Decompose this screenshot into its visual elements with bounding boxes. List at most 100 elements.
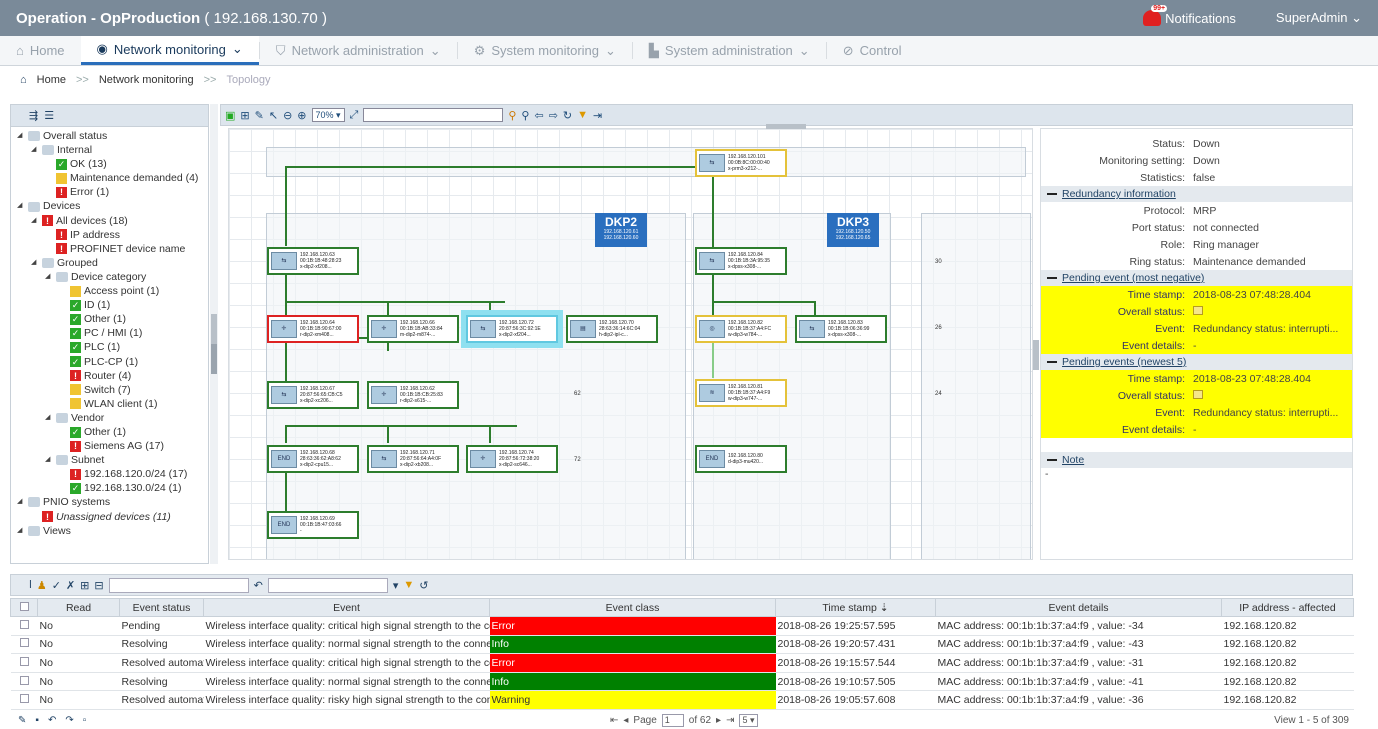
tree-item[interactable]: ✓ PLC-CP (1) <box>17 355 208 369</box>
next-page-icon[interactable]: ▸ <box>716 715 721 726</box>
device-node[interactable]: END 192.168.120.69 00:1B:1B:47:03:66- <box>267 511 359 539</box>
device-node[interactable]: END 192.168.120.68 28:63:36:62:A8:62 x-dip2… <box>267 445 359 473</box>
prev-page-icon[interactable]: ◂ <box>623 715 628 726</box>
breadcrumb-home[interactable]: Home <box>37 74 66 86</box>
device-node[interactable]: ✛ 192.168.120.64 00:1B:1B:90:67:00 r-dip2-x… <box>267 315 359 343</box>
refresh-icon[interactable]: ↺ <box>419 579 428 592</box>
tree-item[interactable]: ! PROFINET device name <box>17 242 208 256</box>
tree-item[interactable]: ✓ Other (1) <box>17 425 208 439</box>
last-page-icon[interactable]: ⇥ <box>726 715 734 726</box>
tree-item[interactable]: WLAN client (1) <box>17 397 208 411</box>
page-input[interactable]: 1 <box>661 713 684 727</box>
back-icon[interactable]: ⇦ <box>534 109 543 122</box>
tab-system-monitoring[interactable]: ⚙ System monitoring ⌄ <box>458 36 632 65</box>
tree-item[interactable]: ◢ PNIO systems <box>17 495 208 509</box>
tree-item[interactable]: ◢ Subnet <box>17 453 208 467</box>
device-node[interactable]: END 192.168.120.80 d-dip3-mu420... <box>695 445 787 473</box>
event-filter-select[interactable] <box>267 577 388 593</box>
columns-icon[interactable]: ⊟ <box>94 579 103 592</box>
column-header[interactable]: Time stamp ⇣ <box>775 598 936 617</box>
tree-item[interactable]: Maintenance demanded (4) <box>17 171 208 185</box>
find-icon[interactable]: ⚲ <box>508 109 516 122</box>
acknowledge-icon[interactable]: ✓ <box>52 579 61 592</box>
tree-item[interactable]: ! IP address <box>17 228 208 242</box>
pending-event-header[interactable]: Pending event (most negative) <box>1041 270 1352 286</box>
page-size-select[interactable]: 5 ▾ <box>739 713 758 727</box>
tree-item[interactable]: ◢ Devices <box>17 199 208 213</box>
export-icon[interactable]: ⇥ <box>593 109 602 122</box>
column-header[interactable]: Event details <box>935 598 1222 617</box>
device-node[interactable]: ⇆ 192.168.120.101 00:0B:8C:00:00:40 x-prm3-… <box>695 149 787 177</box>
pending-events-header[interactable]: Pending events (newest 5) <box>1041 354 1352 370</box>
note-header[interactable]: Note <box>1041 452 1352 468</box>
device-node[interactable]: ✛ 192.168.120.66 00:1B:1B:AB:33:84 m-dip2-m… <box>367 315 459 343</box>
tree-item[interactable]: ! Router (4) <box>17 369 208 383</box>
tree-item[interactable]: ✓ ID (1) <box>17 298 208 312</box>
device-node[interactable]: ⇆ 192.168.120.67 20:87:56:65:CB:C5 x-dip2-x… <box>267 381 359 409</box>
vertical-scroll-handle[interactable] <box>1033 340 1039 370</box>
topology-search-input[interactable] <box>363 108 504 122</box>
row-checkbox[interactable] <box>10 672 38 692</box>
tab-control[interactable]: ⊘ Control <box>827 36 918 65</box>
table-row[interactable]: No Resolved automat Wireless interface qua… <box>10 690 1354 710</box>
save-icon[interactable]: ▪ <box>35 715 39 726</box>
tree-item[interactable]: ✓ Other (1) <box>17 312 208 326</box>
column-header[interactable]: Event class <box>489 598 776 617</box>
column-header[interactable]: Event status <box>119 598 204 617</box>
device-node[interactable]: ⇆ 192.168.120.63 00:1B:1B:48:28:23 x-dip2-x… <box>267 247 359 275</box>
expand-toggle-icon[interactable]: ◢ <box>45 453 53 467</box>
expand-toggle-icon[interactable]: ◢ <box>17 524 25 538</box>
refresh-icon[interactable]: ↻ <box>563 109 572 122</box>
edit-icon[interactable]: ✎ <box>255 109 264 122</box>
info-icon[interactable]: ǀ <box>29 579 32 591</box>
first-page-icon[interactable]: ⇤ <box>610 715 618 726</box>
tree-item[interactable]: ◢ Device category <box>17 270 208 284</box>
tree-item[interactable]: ◢ Views <box>17 524 208 538</box>
tree-item[interactable]: Switch (7) <box>17 383 208 397</box>
filter-icon[interactable]: ▼ <box>577 109 588 121</box>
zoom-out-icon[interactable]: ⊖ <box>283 109 292 122</box>
chevron-down-icon[interactable]: ▾ <box>393 579 399 592</box>
reset-filter-icon[interactable]: ↶ <box>254 579 263 592</box>
panel-splitter[interactable] <box>210 104 218 564</box>
row-checkbox[interactable] <box>10 635 38 655</box>
device-node[interactable]: ✛ 192.168.120.74 20:87:56:72:38:20 x-dip2-s… <box>466 445 558 473</box>
device-node[interactable]: ⇆ 192.168.120.72 20:87:56:3C:92:1E x-dip2-x… <box>466 315 558 343</box>
device-node[interactable]: ✛ 192.168.120.62 00:1B:1B:CB:25:83 r-dip2-s… <box>367 381 459 409</box>
zoom-select[interactable]: 70% ▾ <box>311 108 345 122</box>
select-icon[interactable]: ▣ <box>225 109 235 122</box>
column-header[interactable]: IP address - affected <box>1221 598 1354 617</box>
tree-item[interactable]: ! Siemens AG (17) <box>17 439 208 453</box>
tree-item[interactable]: ✓ PC / HMI (1) <box>17 326 208 340</box>
user-icon[interactable]: ♟ <box>37 579 47 592</box>
row-checkbox[interactable] <box>10 616 38 636</box>
tree-item[interactable]: ✓ PLC (1) <box>17 340 208 354</box>
tree-item[interactable]: ◢! All devices (18) <box>17 214 208 228</box>
table-row[interactable]: No Pending Wireless interface quality: cri… <box>10 616 1354 636</box>
row-checkbox[interactable] <box>10 690 38 710</box>
tree-item[interactable]: ◢ Grouped <box>17 256 208 270</box>
column-header[interactable]: Read <box>37 598 120 617</box>
device-node[interactable]: ⇆ 192.168.120.83 00:1B:1B:06:36:99 x-dpss-x… <box>795 315 887 343</box>
tab-system-administration[interactable]: ▙ System administration ⌄ <box>633 36 826 65</box>
table-row[interactable]: No Resolving Wireless interface quality: n… <box>10 672 1354 692</box>
pointer-icon[interactable]: ↖ <box>269 109 278 122</box>
topology-canvas[interactable]: DKP2 192.168.120.61 192.168.120.60 DKP3 192… <box>228 128 1033 560</box>
tree-item[interactable]: ! Error (1) <box>17 185 208 199</box>
filter-icon[interactable]: ▼ <box>403 579 414 591</box>
device-node[interactable]: ⇆ 192.168.120.84 00:1B:1B:3A:95:35 x-dpss-x… <box>695 247 787 275</box>
forward-icon[interactable]: ⇨ <box>549 109 558 122</box>
tree-item[interactable]: Access point (1) <box>17 284 208 298</box>
tree-item[interactable]: ! 192.168.120.0/24 (17) <box>17 467 208 481</box>
tree-item[interactable]: ◢ Internal <box>17 143 208 157</box>
expand-all-icon[interactable]: ⇶ <box>29 109 38 122</box>
notifications-button[interactable]: 99+ Notifications <box>1143 5 1236 26</box>
edit-icon[interactable]: ✎ <box>18 715 26 726</box>
tree-item[interactable]: ◢ Vendor <box>17 411 208 425</box>
table-icon[interactable]: ⊞ <box>80 579 89 592</box>
list-icon[interactable]: ☰ <box>44 109 54 122</box>
mark-icon[interactable]: ✗ <box>66 579 75 592</box>
tree-item[interactable]: ✓ 192.168.130.0/24 (1) <box>17 481 208 495</box>
expand-toggle-icon[interactable]: ◢ <box>31 143 39 157</box>
device-node[interactable]: ▤ 192.168.120.70 28:63:36:14:6C:04 h-dip2-i… <box>566 315 658 343</box>
